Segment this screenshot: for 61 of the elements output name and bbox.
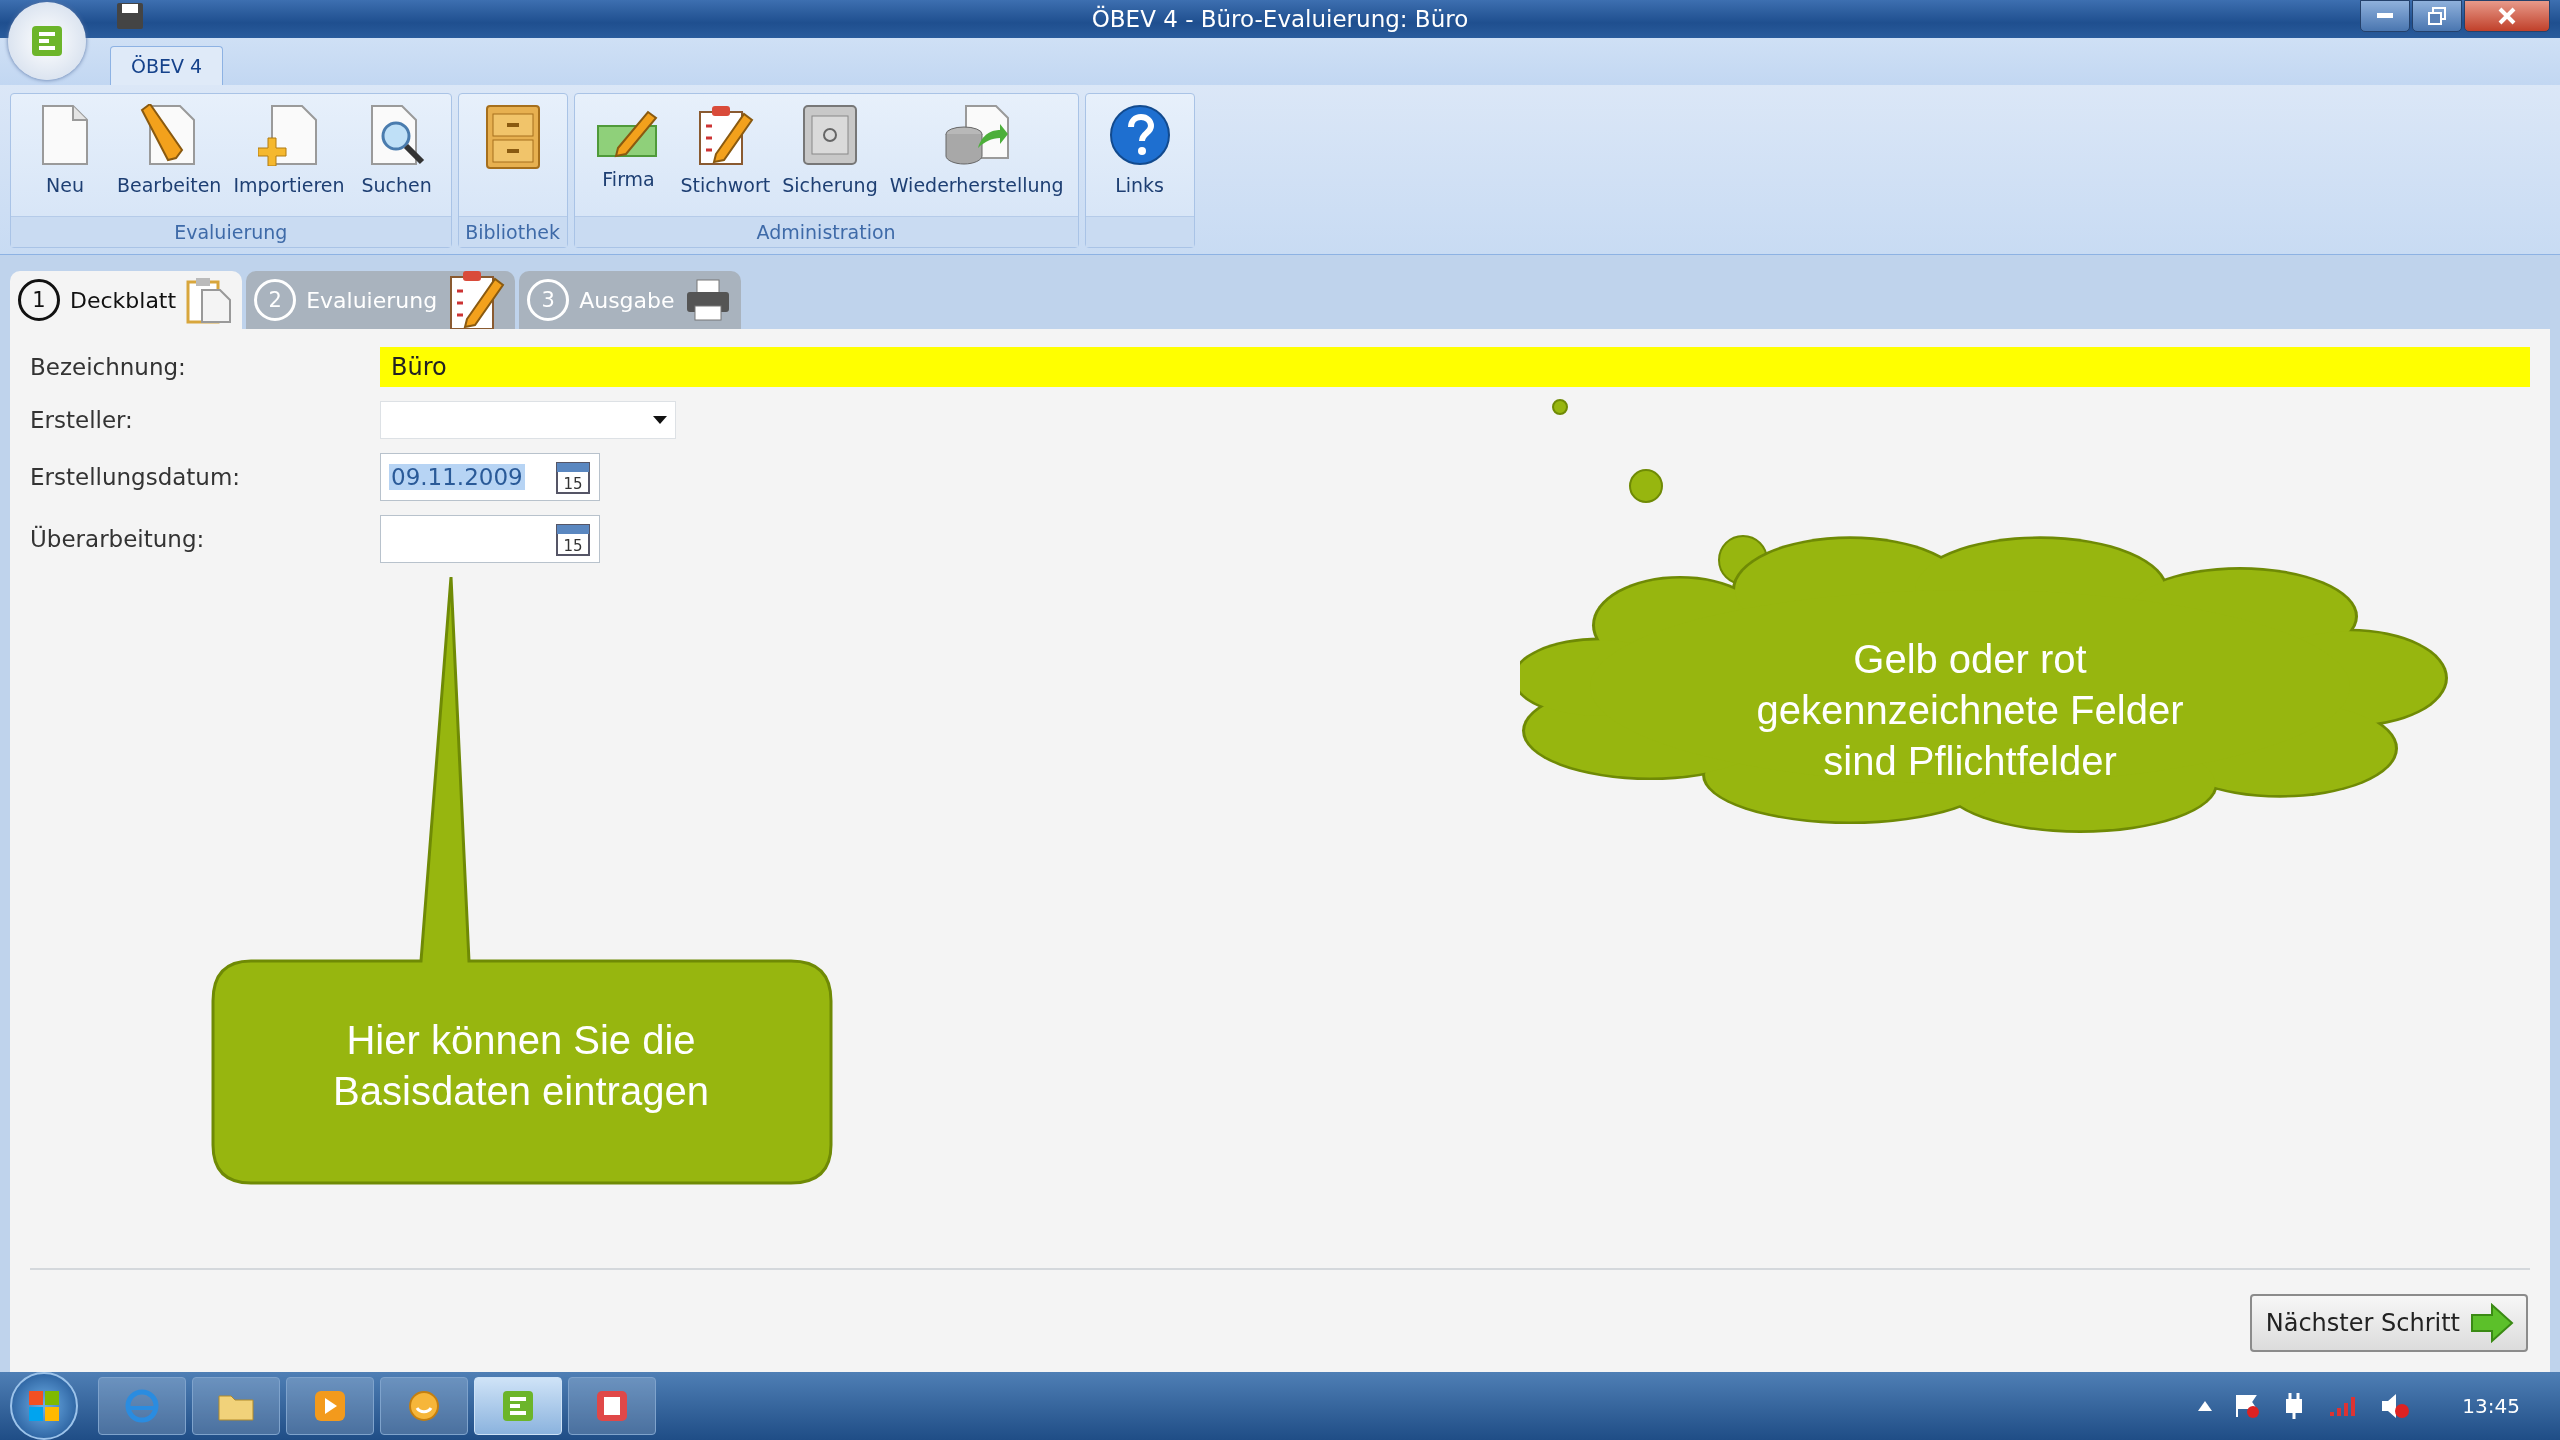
muted-speaker-icon[interactable]	[2380, 1392, 2411, 1420]
group-label: Administration	[756, 221, 896, 243]
smiley-icon	[407, 1389, 441, 1423]
date-field[interactable]: 09.11.2009 15	[380, 453, 600, 501]
printer-icon	[684, 278, 731, 322]
close-icon	[2498, 7, 2516, 25]
ribbon-button[interactable]: Neu	[21, 100, 109, 216]
document-icon	[595, 1389, 629, 1423]
minimize-button[interactable]	[2360, 0, 2410, 32]
taskbar-app[interactable]	[568, 1377, 656, 1435]
checklist-pencil-icon	[696, 104, 755, 166]
close-button[interactable]	[2464, 0, 2550, 32]
taskbar-app[interactable]	[380, 1377, 468, 1435]
restore-icon	[2428, 7, 2446, 25]
field-label: Ersteller:	[30, 407, 134, 433]
ribbon-button[interactable]: Sicherung	[778, 100, 882, 216]
clock: 13:45	[2462, 1394, 2520, 1418]
ribbon-button[interactable]: Links	[1095, 100, 1184, 216]
app-logo-icon	[501, 1389, 535, 1423]
windows-logo-icon	[27, 1389, 61, 1423]
drawer-cabinet-icon	[484, 104, 541, 170]
app-logo-icon	[30, 24, 64, 58]
ribbon-button[interactable]: Firma	[584, 100, 673, 216]
ribbon-button[interactable]: Stichwort	[676, 100, 775, 216]
database-arrow-icon	[943, 104, 1010, 166]
page-plus-icon	[257, 104, 320, 166]
group-label: Bibliothek	[465, 221, 560, 243]
group-label: Evaluierung	[174, 221, 288, 243]
restore-button[interactable]	[2412, 0, 2462, 32]
text-field[interactable]: Büro	[380, 347, 2530, 387]
play-icon	[313, 1389, 347, 1423]
step-tab[interactable]: 1 Deckblatt	[10, 271, 243, 329]
app-menu-button[interactable]	[8, 2, 86, 80]
next-step-button[interactable]: Nächster Schritt	[2249, 1294, 2528, 1352]
date-field[interactable]: 15	[380, 515, 600, 563]
ribbon-button[interactable]: Importieren	[229, 100, 349, 216]
flag-icon[interactable]	[2234, 1393, 2261, 1419]
browser-icon	[124, 1388, 160, 1424]
arrow-right-icon	[2470, 1303, 2514, 1343]
clipboard-icon	[186, 276, 233, 324]
taskbar-app[interactable]	[192, 1377, 280, 1435]
dropdown-caret-icon	[653, 416, 667, 424]
ribbon-button[interactable]: Wiederherstellung	[885, 100, 1068, 216]
date-value: 09.11.2009	[389, 464, 525, 490]
field-label: Erstellungsdatum:	[30, 464, 242, 490]
dropdown-field[interactable]	[380, 401, 676, 439]
calendar-icon: 15	[555, 459, 591, 495]
field-label: Überarbeitung:	[30, 526, 206, 552]
calendar-icon: 15	[555, 521, 591, 557]
tray-expand-icon[interactable]	[2198, 1401, 2213, 1411]
ribbon-button[interactable]: Suchen	[352, 100, 441, 216]
field-label: Bezeichnung:	[30, 354, 187, 380]
taskbar-app[interactable]	[286, 1377, 374, 1435]
safe-icon	[802, 104, 858, 166]
minimize-icon	[2377, 13, 2393, 19]
callout-text: Hier können Sie die Basisdaten eintragen	[332, 1017, 710, 1115]
callout-text: Gelb oder rot gekennzeichnete Felder sind Pflichtfelder	[1755, 636, 2185, 785]
ribbon-tab[interactable]: ÖBEV 4	[110, 46, 224, 85]
help-icon	[1108, 104, 1171, 166]
ribbon-button[interactable]: Bearbeiten	[113, 100, 226, 216]
window-title: ÖBEV 4 - Büro-Evaluierung: Büro	[1090, 6, 1470, 32]
